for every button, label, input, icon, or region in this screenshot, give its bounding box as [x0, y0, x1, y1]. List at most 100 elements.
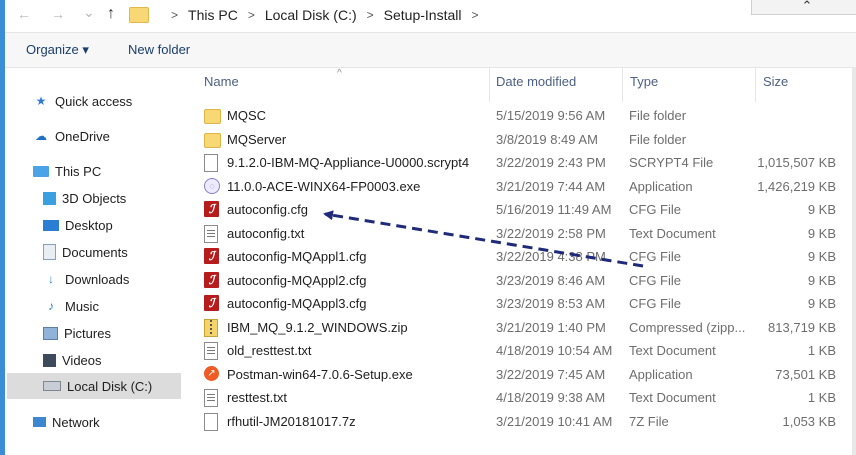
collapse-ribbon-button[interactable]: ⌃	[751, 0, 856, 15]
scrollbar-track[interactable]	[852, 67, 856, 455]
file-size: 1,053 KB	[782, 413, 837, 429]
zip-file-icon	[204, 318, 218, 337]
file-date-modified: 3/21/2019 7:44 AM	[496, 178, 606, 194]
cfg-file-icon: ℐ	[204, 248, 219, 264]
file-name: autoconfig-MQAppl2.cfg	[227, 272, 367, 288]
column-divider[interactable]	[755, 68, 756, 102]
cfg-file-icon: ℐ	[204, 271, 219, 288]
organize-button[interactable]: Organize ▾	[26, 42, 89, 58]
recent-locations-icon[interactable]: ⌄	[83, 4, 95, 21]
sidebar-item-downloads[interactable]: ↓ Downloads	[43, 266, 183, 292]
file-type: CFG File	[629, 272, 681, 288]
txt-file-icon	[204, 224, 218, 243]
file-row[interactable]: ℐautoconfig-MQAppl2.cfg 3/23/2019 8:46 AM…	[200, 269, 856, 292]
file-name: autoconfig-MQAppl1.cfg	[227, 249, 367, 264]
file-date-modified: 4/18/2019 9:38 AM	[496, 390, 606, 405]
file-row[interactable]: rfhutil-JM20181017.7z 3/21/2019 10:41 AM 7…	[200, 410, 856, 433]
file-row[interactable]: ℐautoconfig-MQAppl1.cfg 3/22/2019 4:38 PM…	[200, 245, 856, 268]
pictures-icon	[43, 326, 58, 340]
cfg-file-icon: ℐ	[204, 295, 219, 311]
file-row[interactable]: MQServer 3/8/2019 8:49 AM File folder	[200, 128, 856, 151]
column-header-size[interactable]: Size	[763, 74, 788, 102]
sidebar-item-music[interactable]: ♪ Music	[43, 293, 183, 319]
sidebar-item-pictures[interactable]: Pictures	[43, 320, 183, 346]
file-date-modified: 3/8/2019 8:49 AM	[496, 131, 598, 147]
file-size: 1,426,219 KB	[757, 178, 836, 194]
file-row[interactable]: ↗ Postman-win64-7.0.6-Setup.exe 3/22/2019 …	[200, 363, 856, 386]
sidebar-item-desktop[interactable]: Desktop	[43, 212, 183, 238]
file-date-modified: 5/16/2019 11:49 AM	[496, 202, 612, 217]
file-date-modified: 3/23/2019 8:53 AM	[496, 296, 606, 311]
column-header-type[interactable]: Type	[630, 74, 658, 102]
forward-arrow-icon[interactable]: →	[51, 6, 65, 22]
file-size: 813,719 KB	[768, 319, 836, 335]
file-row[interactable]: ◌ 11.0.0-ACE-WINX64-FP0003.exe 3/21/2019 7…	[200, 175, 856, 198]
file-row[interactable]: old_resttest.txt 4/18/2019 10:54 AM Text D…	[200, 339, 856, 362]
file-name: IBM_MQ_9.1.2_WINDOWS.zip	[227, 319, 408, 335]
column-divider[interactable]	[622, 68, 623, 102]
navigation-pane: ★ Quick access ☁ OneDrive This PC 3D Obj…	[5, 68, 185, 455]
breadcrumb-separator: >	[247, 8, 255, 22]
file-type: Application	[629, 366, 693, 382]
sidebar-item-documents[interactable]: Documents	[43, 239, 183, 265]
sidebar-item-network[interactable]: Network	[33, 409, 183, 435]
breadcrumb[interactable]: > This PC > Local Disk (C:) > Setup-Inst…	[129, 3, 749, 27]
postman-file-icon: ↗	[204, 365, 219, 381]
file-row[interactable]: ℐautoconfig.cfg 5/16/2019 11:49 AM CFG Fil…	[200, 198, 856, 221]
column-header-name[interactable]: Name	[204, 74, 239, 102]
file-size: 9 KB	[807, 249, 836, 264]
sidebar-item-videos[interactable]: Videos	[43, 347, 183, 373]
file-row[interactable]: resttest.txt 4/18/2019 9:38 AM Text Docume…	[200, 386, 856, 409]
file-type: Compressed (zipp...	[629, 319, 746, 335]
file-type: Text Document	[629, 225, 716, 241]
back-arrow-icon[interactable]: ←	[17, 6, 31, 22]
sidebar-item-label: Quick access	[55, 93, 133, 109]
file-row[interactable]: autoconfig.txt 3/22/2019 2:58 PM Text Docu…	[200, 222, 856, 245]
file-type: Text Document	[629, 390, 716, 405]
desktop-icon	[43, 219, 59, 231]
sidebar-item-local-disk[interactable]: Local Disk (C:)	[7, 373, 181, 399]
file-name: MQServer	[227, 131, 287, 147]
file-name: autoconfig.cfg	[227, 202, 308, 217]
file-row[interactable]: 9.1.2.0-IBM-MQ-Appliance-U0000.scrypt4 3/…	[200, 151, 856, 174]
new-folder-button[interactable]: New folder	[128, 42, 190, 57]
sidebar-item-3d-objects[interactable]: 3D Objects	[43, 185, 183, 211]
file-name: resttest.txt	[227, 390, 287, 405]
sidebar-item-quick-access[interactable]: ★ Quick access	[33, 88, 183, 114]
network-icon	[33, 417, 46, 427]
file-date-modified: 3/23/2019 8:46 AM	[496, 272, 606, 288]
sidebar-item-label: Downloads	[65, 271, 130, 287]
column-header-date[interactable]: Date modified	[496, 74, 576, 102]
file-date-modified: 5/15/2019 9:56 AM	[496, 108, 606, 123]
file-row[interactable]: MQSC 5/15/2019 9:56 AM File folder	[200, 104, 856, 127]
txt-file-icon	[204, 389, 218, 407]
file-type: CFG File	[629, 202, 681, 217]
sidebar-item-onedrive[interactable]: ☁ OneDrive	[33, 123, 183, 149]
file-size: 1,015,507 KB	[757, 155, 836, 170]
column-divider[interactable]	[489, 68, 490, 102]
sort-ascending-icon: ^	[337, 68, 342, 79]
breadcrumb-setup-install[interactable]: Setup-Install	[384, 7, 462, 23]
file-row[interactable]: IBM_MQ_9.1.2_WINDOWS.zip 3/21/2019 1:40 P…	[200, 316, 856, 339]
breadcrumb-separator: >	[471, 8, 479, 22]
breadcrumb-local-disk[interactable]: Local Disk (C:)	[265, 7, 357, 23]
file-list: ^ Name Date modified Type Size MQSC 5/15/…	[185, 68, 856, 455]
breadcrumb-this-pc[interactable]: This PC	[188, 7, 238, 23]
sidebar-item-this-pc[interactable]: This PC	[33, 158, 183, 184]
sidebar-item-label: 3D Objects	[62, 190, 127, 206]
sidebar-item-label: OneDrive	[55, 128, 110, 144]
file-row[interactable]: ℐautoconfig-MQAppl3.cfg 3/23/2019 8:53 AM…	[200, 292, 856, 315]
address-bar-row: ← → ⌄ ↑ > This PC > Local Disk (C:) > Se…	[5, 0, 856, 33]
file-date-modified: 3/21/2019 10:41 AM	[496, 413, 613, 429]
file-name: 11.0.0-ACE-WINX64-FP0003.exe	[227, 178, 421, 194]
up-folder-icon[interactable]: ↑	[107, 5, 115, 23]
cube-icon	[43, 191, 56, 205]
file-date-modified: 3/22/2019 2:58 PM	[496, 225, 606, 241]
file-name: old_resttest.txt	[227, 343, 312, 358]
file-type: SCRYPT4 File	[629, 155, 714, 170]
documents-icon	[43, 244, 56, 260]
cfg-file-icon: ℐ	[204, 201, 219, 217]
file-name: 9.1.2.0-IBM-MQ-Appliance-U0000.scrypt4	[227, 155, 470, 170]
file-date-modified: 3/22/2019 7:45 AM	[496, 366, 606, 382]
file-size: 1 KB	[807, 390, 836, 405]
